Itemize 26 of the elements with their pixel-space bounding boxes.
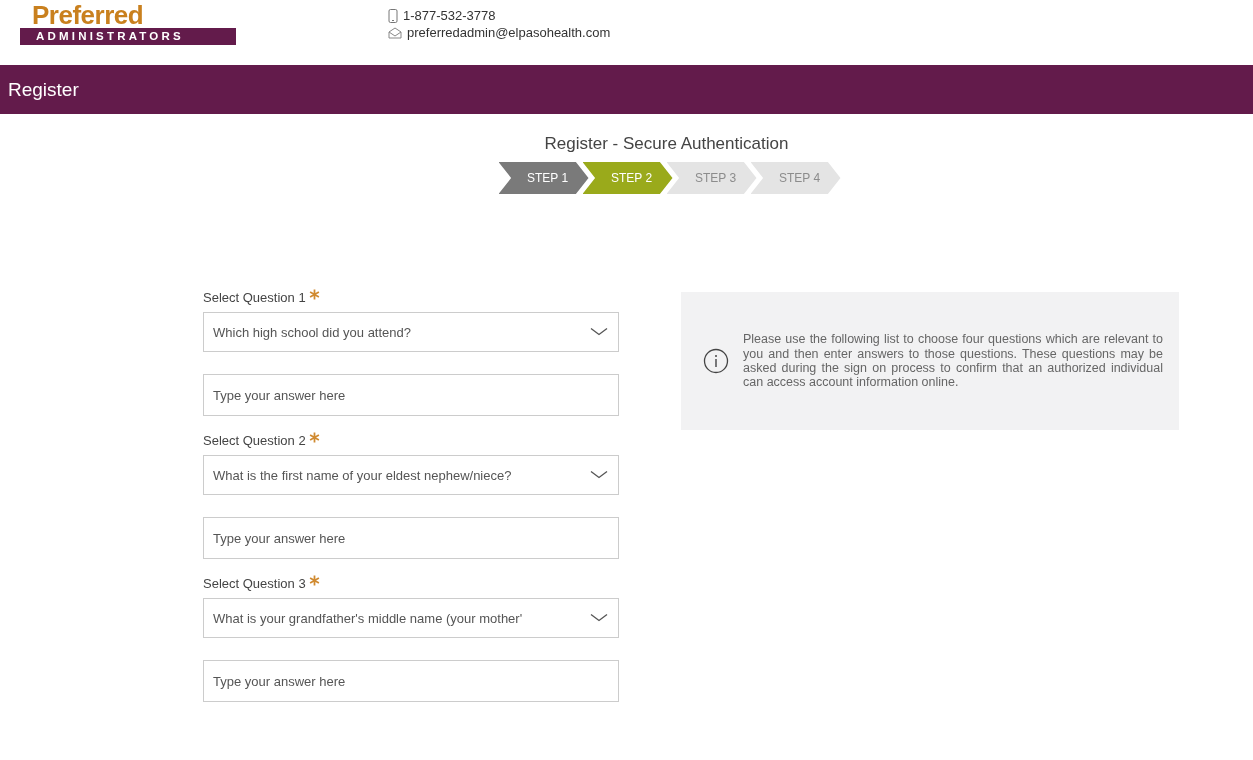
info-icon — [703, 348, 729, 374]
question-dropdown[interactable]: What is the first name of your eldest nephew/niece? — [203, 455, 619, 495]
info-text: Please use the following list to choose four questions which are relevant to you and then enter answers to those questions. These questions may be asked during the sign on process to confirm that an authorized individual can access account information online. — [743, 332, 1163, 390]
question-label: Select Question 1 — [203, 290, 306, 305]
question-dropdown[interactable]: Which high school did you attend? — [203, 312, 619, 352]
answer-field[interactable]: Type your answer here — [203, 374, 619, 416]
logo-word: Preferred — [31, 2, 145, 28]
step-indicator: STEP 3 — [666, 162, 757, 194]
question-label: Select Question 3 — [203, 576, 306, 591]
answer-field[interactable]: Type your answer here — [203, 660, 619, 702]
step-indicator: STEP 4 — [750, 162, 841, 194]
chevron-down-icon — [590, 470, 608, 480]
chevron-down-icon — [590, 613, 608, 623]
chevron-down-icon — [590, 327, 608, 337]
answer-field[interactable]: Type your answer here — [203, 517, 619, 559]
question-label: Select Question 2 — [203, 433, 306, 448]
phone-number: 1-877-532-3778 — [403, 8, 496, 23]
phone-icon — [388, 8, 398, 23]
step-indicator: STEP 1 — [498, 162, 589, 194]
email-address: preferredadmin@elpasohealth.com — [407, 25, 611, 40]
step-indicator: STEP 2 — [582, 162, 673, 194]
section-heading: Register - Secure Authentication — [544, 134, 789, 154]
page-title: Register — [8, 78, 79, 101]
question-dropdown[interactable]: What is your grandfather's middle name (your mother' — [203, 598, 619, 638]
logo-subword: ADMINISTRATORS — [20, 28, 236, 45]
envelope-icon — [388, 26, 402, 39]
